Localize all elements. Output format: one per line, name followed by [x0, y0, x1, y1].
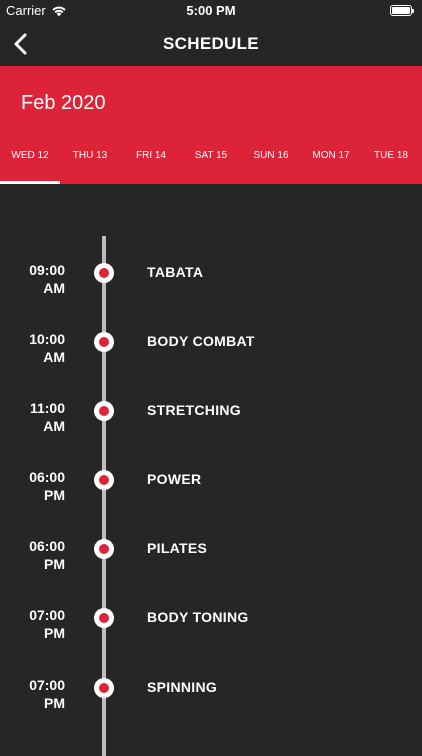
status-time: 5:00 PM	[186, 3, 236, 18]
schedule-row[interactable]: 10:00 AM BODY COMBAT	[0, 330, 422, 370]
timeline-dot	[94, 401, 114, 421]
calendar-header: Feb 2020 WED 12 THU 13 FRI 14 SAT 15 SUN…	[0, 66, 422, 184]
schedule-row[interactable]: 11:00 AM STRETCHING	[0, 399, 422, 439]
schedule-row[interactable]: 06:00 PM PILATES	[0, 537, 422, 577]
class-name: BODY TONING	[147, 609, 249, 625]
timeline-dot	[94, 608, 114, 628]
timeline-dot	[94, 332, 114, 352]
schedule-row[interactable]: 07:00 PM BODY TONING	[0, 606, 422, 646]
class-time: 10:00 AM	[29, 331, 65, 365]
status-bar: Carrier 5:00 PM	[0, 0, 422, 22]
class-name: TABATA	[147, 264, 204, 280]
battery-icon	[390, 5, 414, 16]
class-time: 06:00 PM	[29, 538, 65, 572]
day-tab-mon-17[interactable]: MON 17	[301, 150, 361, 161]
timeline-dot	[94, 263, 114, 283]
class-name: SPINNING	[147, 679, 218, 695]
page-title: SCHEDULE	[163, 34, 259, 53]
class-time: 07:00 PM	[29, 607, 65, 641]
month-label: Feb 2020	[21, 92, 106, 114]
class-time: 11:00 AM	[29, 400, 65, 434]
day-tab-tue-18[interactable]: TUE 18	[361, 150, 421, 161]
timeline-dot	[94, 470, 114, 490]
class-name: STRETCHING	[147, 402, 241, 418]
class-name: BODY COMBAT	[147, 333, 255, 349]
schedule-row[interactable]: 07:00 PM SPINNING	[0, 676, 422, 716]
class-name: POWER	[147, 471, 202, 487]
nav-bar: SCHEDULE	[0, 22, 422, 66]
day-tab-wed-12[interactable]: WED 12	[0, 150, 60, 161]
class-time: 07:00 PM	[29, 677, 65, 711]
timeline-dot	[94, 539, 114, 559]
day-tab-thu-13[interactable]: THU 13	[60, 150, 120, 161]
class-name: PILATES	[147, 540, 208, 556]
day-tab-fri-14[interactable]: FRI 14	[121, 150, 181, 161]
class-time: 09:00 AM	[29, 262, 65, 296]
day-tab-sat-15[interactable]: SAT 15	[181, 150, 241, 161]
schedule-row[interactable]: 09:00 AM TABATA	[0, 261, 422, 301]
schedule-row[interactable]: 06:00 PM POWER	[0, 468, 422, 508]
day-tab-sun-16[interactable]: SUN 16	[241, 150, 301, 161]
selected-day-indicator	[0, 181, 60, 184]
timeline-dot	[94, 678, 114, 698]
class-time: 06:00 PM	[29, 469, 65, 503]
day-tabs: WED 12 THU 13 FRI 14 SAT 15 SUN 16 MON 1…	[0, 150, 422, 166]
